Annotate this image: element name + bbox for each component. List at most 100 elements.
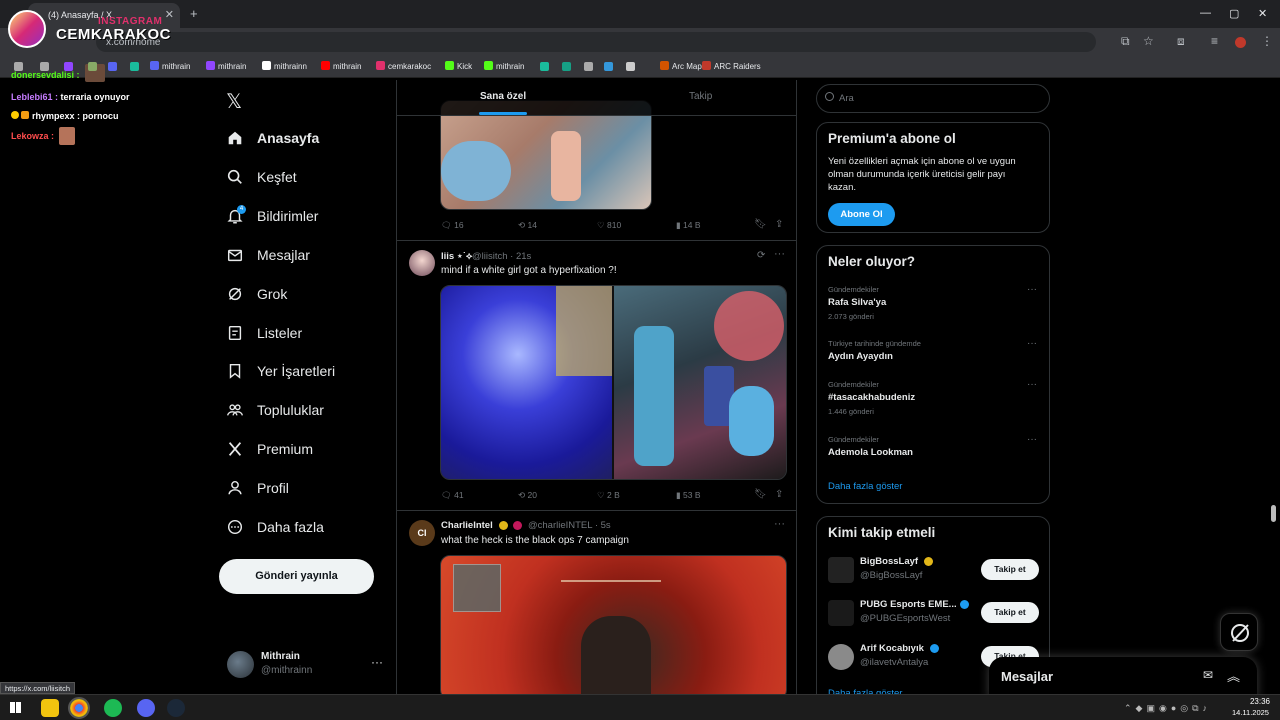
sidebar-item-anasayfa[interactable]: Anasayfa	[226, 126, 319, 150]
search-input[interactable]: Ara	[816, 84, 1050, 113]
post-media-image[interactable]	[440, 100, 652, 210]
grok-fab-button[interactable]	[1220, 613, 1258, 651]
repost-count[interactable]: ⟲ 14	[518, 220, 537, 231]
sidebar-item-premium[interactable]: Premium	[226, 437, 313, 461]
follow-button[interactable]: Takip et	[981, 559, 1039, 580]
bookmark-item[interactable]: cemkarakoc	[376, 61, 431, 71]
profile-avatar-icon[interactable]	[1235, 37, 1246, 48]
bookmark-icon[interactable]: 🔖︎	[754, 489, 767, 500]
trends-show-more-link[interactable]: Daha fazla göster	[828, 481, 902, 492]
view-count[interactable]: ▮ 53 B	[676, 490, 701, 501]
repost-count[interactable]: ⟲ 20	[518, 490, 537, 501]
sidebar-item-mesajlar[interactable]: Mesajlar	[226, 243, 310, 267]
bookmark-item[interactable]: Arc Map	[660, 61, 702, 71]
trend-name[interactable]: Aydın Ayaydın	[828, 351, 893, 362]
follow-suggestion-avatar[interactable]	[828, 644, 854, 670]
like-count[interactable]: ♡ 2 B	[597, 490, 620, 501]
post-button[interactable]: Gönderi yayınla	[219, 559, 374, 594]
discord-icon[interactable]	[137, 699, 155, 717]
like-count[interactable]: ♡ 810	[597, 220, 621, 231]
bookmark-item[interactable]: ARC Raiders	[702, 61, 761, 71]
sidebar-item-profil[interactable]: Profil	[226, 476, 289, 500]
trend-name[interactable]: Rafa Silva'ya	[828, 297, 886, 308]
account-name[interactable]: Mithrain	[261, 651, 300, 662]
sidebar-item-daha-fazla[interactable]: Daha fazla	[226, 515, 324, 539]
account-more-icon[interactable]: ···	[371, 655, 383, 669]
post-author-handle[interactable]: @charlieINTEL · 5s	[528, 520, 611, 531]
sidebar-item-topluluklar[interactable]: Topluluklar	[226, 398, 324, 422]
window-close-icon[interactable]: ✕	[1258, 7, 1267, 20]
post-author-name[interactable]: CharlieIntel	[441, 520, 493, 531]
messages-drawer[interactable]: Mesajlar ✉ ︽	[989, 657, 1257, 699]
steam-icon[interactable]	[167, 699, 185, 717]
media-image-right[interactable]	[614, 286, 786, 479]
x-logo-icon[interactable]: 𝕏	[226, 89, 242, 114]
grok-explain-icon[interactable]: ⟳	[757, 250, 765, 261]
file-explorer-icon[interactable]	[41, 699, 59, 717]
sidebar-item-keşfet[interactable]: Keşfet	[226, 165, 297, 189]
spotify-icon[interactable]	[104, 699, 122, 717]
post-avatar[interactable]: CI	[409, 520, 435, 546]
follow-suggestion-avatar[interactable]	[828, 557, 854, 583]
bookmark-icon[interactable]	[64, 62, 73, 71]
page-scrollbar-thumb[interactable]	[1271, 505, 1276, 522]
bookmark-star-icon[interactable]: ☆	[1143, 34, 1154, 48]
media-image-left[interactable]	[441, 286, 612, 479]
new-tab-icon[interactable]: +	[190, 6, 198, 21]
trend-more-icon[interactable]: ···	[1027, 434, 1037, 445]
bookmark-icon[interactable]	[540, 62, 549, 71]
tab-close-icon[interactable]: ✕	[165, 8, 174, 21]
trend-more-icon[interactable]: ···	[1027, 338, 1037, 349]
bookmark-item[interactable]: Kick	[445, 61, 472, 71]
bookmark-item[interactable]: mithrain	[150, 61, 190, 71]
extensions-icon[interactable]: ⧈	[1177, 34, 1185, 49]
new-message-icon[interactable]: ✉	[1203, 668, 1213, 682]
share-icon[interactable]: ⇪	[775, 219, 783, 230]
system-tray-icons[interactable]: ⌃◆▣◉●◎⧉♪	[1124, 703, 1211, 714]
follow-suggestion-avatar[interactable]	[828, 600, 854, 626]
bookmark-item[interactable]: mithrainn	[262, 61, 307, 71]
bookmark-icon[interactable]	[130, 62, 139, 71]
bookmark-icon[interactable]	[562, 62, 571, 71]
cast-icon[interactable]: ⧉	[1121, 34, 1130, 49]
sidebar-item-listeler[interactable]: Listeler	[226, 321, 302, 345]
trend-more-icon[interactable]: ···	[1027, 379, 1037, 390]
bookmark-icon[interactable]	[626, 62, 635, 71]
sidebar-item-yer-i-şaretleri[interactable]: Yer İşaretleri	[226, 359, 335, 383]
chrome-icon[interactable]	[68, 697, 90, 719]
account-avatar[interactable]	[227, 651, 254, 678]
tab-following[interactable]: Takip	[689, 91, 712, 102]
post-more-icon[interactable]: ···	[774, 248, 785, 260]
trend-more-icon[interactable]: ···	[1027, 284, 1037, 295]
trend-name[interactable]: Ademola Lookman	[828, 447, 913, 458]
follow-suggestion-name[interactable]: PUBG Esports EME...	[860, 599, 957, 610]
follow-button[interactable]: Takip et	[981, 602, 1039, 623]
post-avatar[interactable]	[409, 250, 435, 276]
clock-date[interactable]: 14.11.2025	[1232, 708, 1269, 717]
reply-count[interactable]: 🗨 16	[441, 220, 464, 231]
url-field[interactable]: x.com/home	[96, 32, 1096, 52]
share-icon[interactable]: ⇪	[775, 489, 783, 500]
media-icon[interactable]: ≡	[1211, 34, 1218, 48]
trend-name[interactable]: #tasacakhabudeniz	[828, 392, 915, 403]
expand-chevron-icon[interactable]: ︽	[1227, 666, 1240, 685]
tab-for-you[interactable]: Sana özel	[480, 91, 526, 102]
follow-suggestion-name[interactable]: BigBossLayf	[860, 556, 918, 567]
post-media-image[interactable]	[440, 555, 787, 695]
bookmark-icon[interactable]	[584, 62, 593, 71]
reply-count[interactable]: 🗨 41	[441, 490, 464, 501]
post-author-name[interactable]: liis ⋆˙⟡	[441, 251, 472, 262]
bookmark-item[interactable]: mithrain	[321, 61, 361, 71]
menu-kebab-icon[interactable]: ⋮	[1261, 34, 1273, 48]
bookmark-icon[interactable]	[88, 62, 97, 71]
post-more-icon[interactable]: ···	[774, 518, 785, 530]
bookmark-folder-icon[interactable]	[14, 62, 23, 71]
sidebar-item-grok[interactable]: Grok	[226, 282, 287, 306]
maximize-icon[interactable]: ▢	[1229, 7, 1239, 20]
windows-start-icon[interactable]	[10, 702, 21, 713]
follow-suggestion-name[interactable]: Arif Kocabıyık	[860, 643, 924, 654]
bookmark-icon[interactable]	[604, 62, 613, 71]
post-author-handle[interactable]: @liisitch · 21s	[472, 251, 531, 262]
bookmark-item[interactable]: mithrain	[484, 61, 524, 71]
bookmark-icon[interactable]: 🔖︎	[754, 219, 767, 230]
